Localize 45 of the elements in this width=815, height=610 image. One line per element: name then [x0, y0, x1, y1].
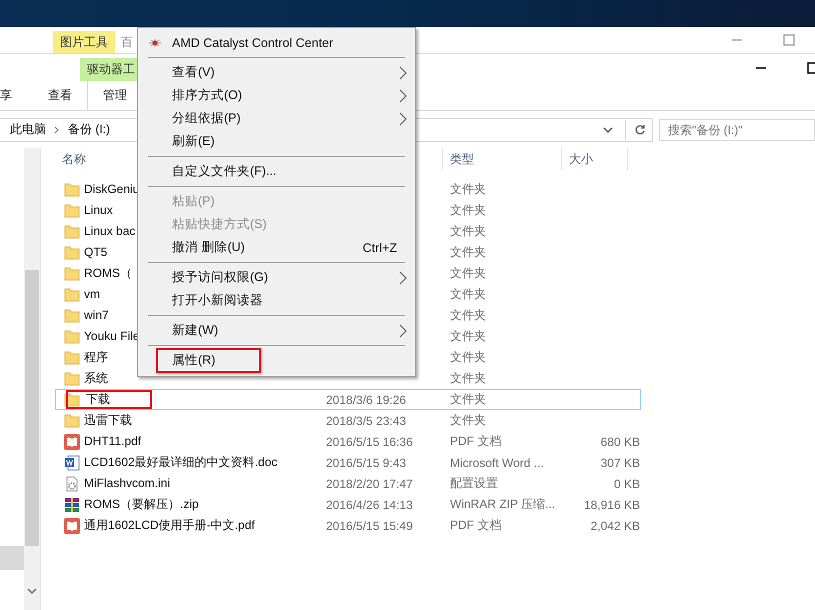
type-cell-text: 文件夹 [450, 307, 487, 324]
type-cell-text: 文件夹 [450, 223, 487, 240]
date-cell-text: 2016/4/26 14:13 [326, 498, 414, 512]
size-cell-text: 307 KB [600, 456, 640, 470]
file-name: 迅雷下载 [84, 413, 132, 428]
file-name: ROMS（要解压）.zip [84, 497, 199, 512]
file-name: 下载 [66, 390, 152, 409]
type-cell-text: WinRAR ZIP 压缩... [450, 496, 556, 513]
type-cell-text: 文件夹 [450, 181, 487, 198]
file-name: ROMS（ [84, 266, 132, 281]
file-name: MiFlashvcom.ini [84, 476, 170, 491]
type-cell-text: 配置设置 [450, 475, 499, 492]
type-cell-text: 文件夹 [450, 202, 487, 219]
date-cell-text: 2018/3/6 19:26 [326, 392, 408, 406]
file-name: 通用1602LCD使用手册-中文.pdf [84, 518, 255, 533]
date-cell-text: 2018/3/5 23:43 [326, 414, 408, 428]
file-name: vm [84, 287, 100, 302]
type-cell-text: 文件夹 [450, 391, 487, 408]
type-cell-text: 文件夹 [450, 328, 487, 345]
type-cell-text: 文件夹 [450, 412, 487, 429]
file-name: DiskGeniu [84, 182, 140, 197]
size-cell-text: 2,042 KB [590, 518, 640, 532]
file-name: LCD1602最好最详细的中文资料.doc [84, 455, 278, 470]
type-cell-text: PDF 文档 [450, 517, 502, 534]
date-cell-text: 2016/5/15 16:36 [326, 434, 414, 448]
date-cell-text: 2016/5/15 15:49 [326, 518, 414, 532]
size-cell-text: 0 KB [612, 476, 640, 490]
type-cell-text: 文件夹 [450, 286, 487, 303]
type-cell-text: 文件夹 [450, 265, 487, 282]
date-cell-text: 2016/5/15 9:43 [326, 456, 408, 470]
date-cell-text: 2018/2/20 17:47 [326, 476, 414, 490]
type-cell-text: 文件夹 [450, 349, 487, 366]
file-name: Linux bac [84, 224, 136, 239]
file-name: DHT11.pdf [84, 434, 142, 449]
file-name: win7 [84, 308, 109, 323]
file-name: 程序 [84, 350, 108, 365]
type-cell-text: 文件夹 [450, 244, 487, 261]
size-cell-text: 680 KB [600, 434, 640, 448]
file-name: 系统 [84, 371, 108, 386]
type-cell-text: 文件夹 [450, 370, 487, 387]
type-cell-text: PDF 文档 [450, 433, 502, 450]
file-name: QT5 [84, 245, 108, 260]
file-name: Linux [84, 203, 113, 218]
size-cell-text: 18,916 KB [582, 498, 640, 512]
type-cell-text: Microsoft Word ... [450, 456, 545, 470]
